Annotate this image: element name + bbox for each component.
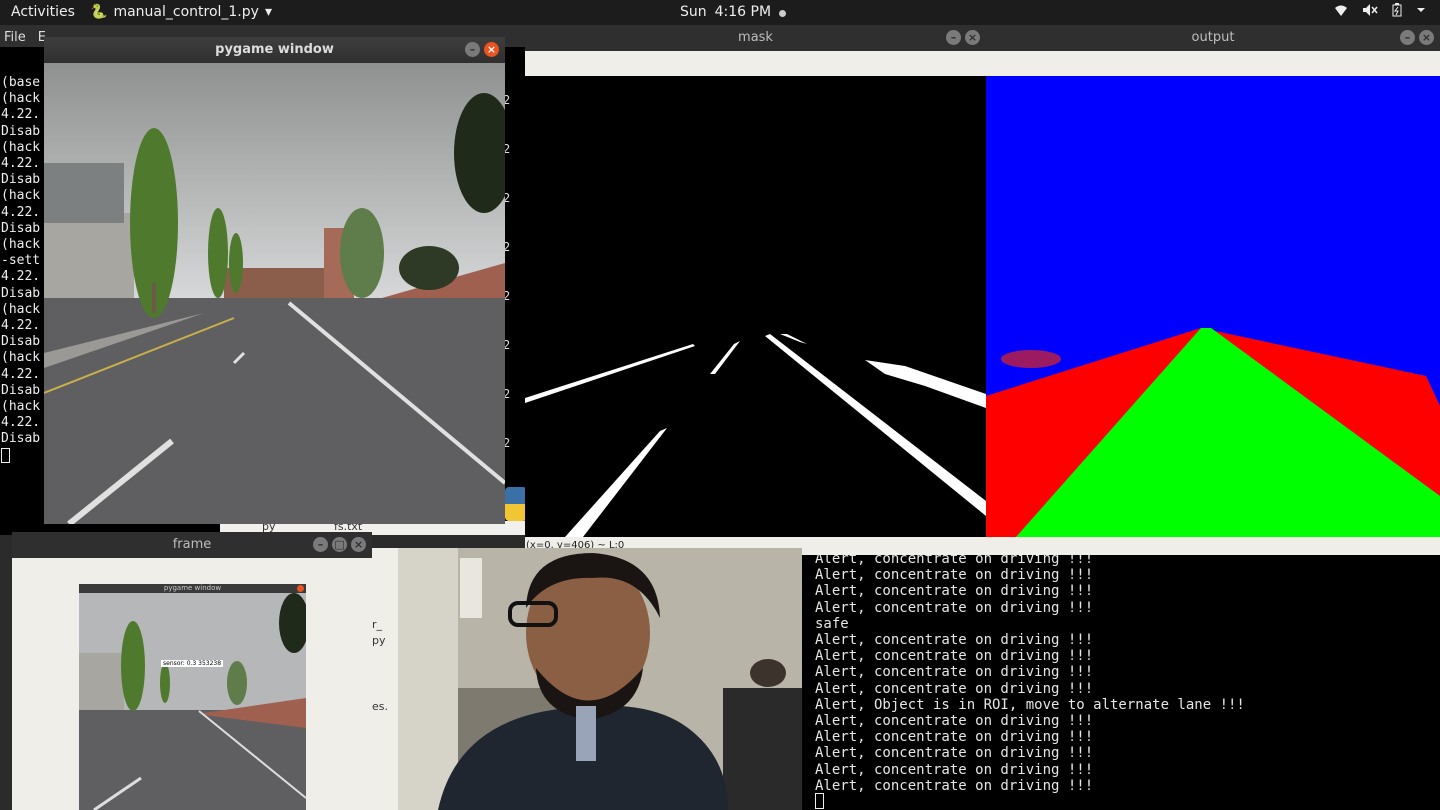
terminal-line: Alert, concentrate on driving !!! <box>815 567 1094 584</box>
system-menu-icon[interactable] <box>1416 3 1426 21</box>
terminal-line: Alert, concentrate on driving !!! <box>815 761 1094 778</box>
terminal-line: (hack <box>1 91 41 107</box>
terminal-cursor <box>815 793 824 809</box>
window-titlebar[interactable]: pygame window – × <box>44 37 505 63</box>
minimize-button[interactable]: – <box>313 537 328 552</box>
inner-window-title: pygame window <box>163 584 222 592</box>
terminal-line: Alert, concentrate on driving !!! <box>815 555 1094 567</box>
terminal-line: Alert, concentrate on driving !!! <box>815 713 1094 729</box>
volume-mute-icon[interactable] <box>1362 3 1378 21</box>
clock-day: Sun <box>680 4 707 20</box>
menu-file[interactable]: File <box>4 30 26 47</box>
close-button[interactable]: × <box>965 30 980 45</box>
terminal-line: safe <box>815 615 849 632</box>
clock[interactable]: Sun 4:16 PM <box>680 4 787 20</box>
terminal-line: Alert, concentrate on driving !!! <box>815 583 1094 600</box>
peek-text: es. <box>372 700 388 713</box>
output-terminal[interactable]: Alert, concentrate on driving !!! Alert, … <box>802 555 1440 810</box>
minimize-button[interactable]: – <box>946 30 961 45</box>
close-button[interactable]: × <box>484 42 499 57</box>
terminal-line: Alert, concentrate on driving !!! <box>815 599 1094 616</box>
chevron-down-icon: ▾ <box>264 4 272 20</box>
captured-frame: pygame window sensor: 0.3 353238 <box>79 584 306 810</box>
terminal-line: (base <box>1 75 41 90</box>
sensor-overlay-label: sensor: 0.3 353238 <box>161 660 224 667</box>
terminal-line: (hack <box>1 350 41 366</box>
terminal-line: Alert, concentrate on driving !!! <box>815 729 1094 746</box>
terminal-line: Alert, concentrate on driving !!! <box>815 632 1094 648</box>
terminal-line: Alert, concentrate on driving !!! <box>815 777 1094 794</box>
terminal-line: 4.22. <box>1 269 41 285</box>
close-button[interactable]: × <box>1419 30 1434 45</box>
python-icon <box>505 487 527 521</box>
terminal-line: Disab <box>1 123 41 139</box>
pygame-window[interactable]: pygame window – × <box>44 37 505 524</box>
toolbar-area <box>986 51 1440 76</box>
terminal-cursor <box>1 447 10 463</box>
peek-text: r_ <box>372 618 383 631</box>
terminal-line: (hack <box>1 301 41 317</box>
terminal-line: Disab <box>1 431 41 447</box>
mask-window[interactable]: mask – × (x=0, y=406) ~ L:0 <box>525 25 986 555</box>
app-menu-label: manual_control_1.py <box>113 4 259 20</box>
terminal-line: 4.22. <box>1 366 41 382</box>
terminal-line: 4.22. <box>1 156 41 172</box>
terminal-line: Disab <box>1 172 41 188</box>
window-titlebar[interactable]: mask – × <box>525 25 986 51</box>
maximize-button[interactable]: □ <box>332 537 347 552</box>
segmentation-output-view <box>986 76 1440 537</box>
minimize-button[interactable]: – <box>1400 30 1415 45</box>
top-bar: Activities 🐍 manual_control_1.py ▾ Sun 4… <box>0 0 1440 25</box>
app-menu[interactable]: 🐍 manual_control_1.py ▾ <box>90 4 272 20</box>
terminal-line: Disab <box>1 382 41 398</box>
terminal-line: Disab <box>1 285 41 301</box>
battery-icon[interactable] <box>1392 3 1402 21</box>
window-title: frame <box>172 537 212 552</box>
terminal-line: (hack <box>1 188 41 204</box>
terminal-line: Alert, concentrate on driving !!! <box>815 680 1094 697</box>
terminal-line: Alert, Object is in ROI, move to alterna… <box>815 696 1245 713</box>
toolbar-area <box>525 51 986 76</box>
terminal-line: (hack <box>1 237 41 253</box>
close-icon <box>297 585 304 592</box>
terminal-line: Alert, concentrate on driving !!! <box>815 648 1094 665</box>
terminal-line: Alert, concentrate on driving !!! <box>815 664 1094 681</box>
window-titlebar[interactable]: output – × <box>986 25 1440 51</box>
terminal-lines: (base (hack 4.22. Disab (hack 4.22. Disab (hack… <box>1 75 40 468</box>
window-titlebar[interactable]: frame – □ × <box>12 532 372 558</box>
clock-time: 4:16 PM <box>714 4 772 20</box>
background-editor-panel: r_ py es. <box>372 548 398 810</box>
window-title: mask <box>738 30 773 45</box>
terminal-line: 4.22. <box>1 204 41 220</box>
lane-mask-view <box>525 76 986 537</box>
activities-button[interactable]: Activities <box>11 4 75 20</box>
peek-text: py <box>372 634 386 647</box>
window-title: output <box>1191 30 1235 45</box>
close-button[interactable]: × <box>351 537 366 552</box>
terminal-line: -sett <box>1 253 41 269</box>
terminal-line: (hack <box>1 139 41 155</box>
driving-camera-view <box>44 63 505 524</box>
terminal-line: 4.22. <box>1 318 41 334</box>
terminal-line: 4.22. <box>1 107 41 123</box>
status-area <box>986 537 1440 555</box>
terminal-line: (hack <box>1 399 41 415</box>
python-app-icon: 🐍 <box>90 4 108 20</box>
terminal-line: 4.22. <box>1 415 41 431</box>
output-window[interactable]: output – × <box>986 25 1440 555</box>
webcam-feed <box>398 548 802 810</box>
system-tray[interactable] <box>1334 3 1426 21</box>
terminal-line: Alert, concentrate on driving !!! <box>815 745 1094 762</box>
frame-window[interactable]: frame – □ × pygame window sensor: 0.3 35… <box>12 532 372 810</box>
inner-titlebar: pygame window <box>79 584 306 593</box>
minimize-button[interactable]: – <box>465 42 480 57</box>
notification-dot-icon <box>779 10 787 17</box>
terminal-line: Disab <box>1 334 41 350</box>
toolbar-area <box>12 558 372 583</box>
wifi-icon[interactable] <box>1334 3 1348 21</box>
terminal-line: Disab <box>1 220 41 236</box>
window-title: pygame window <box>215 42 334 57</box>
